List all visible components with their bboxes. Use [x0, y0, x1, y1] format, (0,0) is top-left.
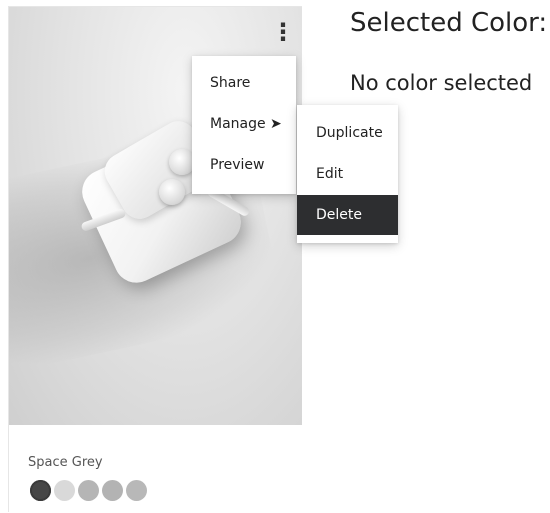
submenu-item-delete[interactable]: Delete [297, 195, 398, 235]
color-label: Space Grey [28, 455, 103, 470]
manage-submenu: Duplicate Edit Delete [297, 105, 398, 243]
menu-item-share[interactable]: Share [192, 63, 296, 103]
selection-status: No color selected [350, 71, 533, 95]
swatch-grey-2[interactable] [102, 480, 123, 501]
context-menu: Share Manage ➤ Preview [192, 56, 296, 194]
menu-item-preview[interactable]: Preview [192, 145, 296, 185]
card-footer: Space Grey [9, 425, 302, 513]
swatch-grey-3[interactable] [126, 480, 147, 501]
menu-item-manage[interactable]: Manage ➤ [192, 104, 296, 144]
swatch-light-grey[interactable] [54, 480, 75, 501]
color-swatches [30, 480, 147, 501]
swatch-grey[interactable] [78, 480, 99, 501]
page-title: Selected Color: [350, 8, 548, 38]
more-options-icon[interactable]: ⋮ [271, 19, 295, 45]
submenu-item-duplicate[interactable]: Duplicate [297, 113, 398, 153]
submenu-item-edit[interactable]: Edit [297, 154, 398, 194]
swatch-space-grey[interactable] [30, 480, 51, 501]
earbud-left [159, 179, 185, 205]
